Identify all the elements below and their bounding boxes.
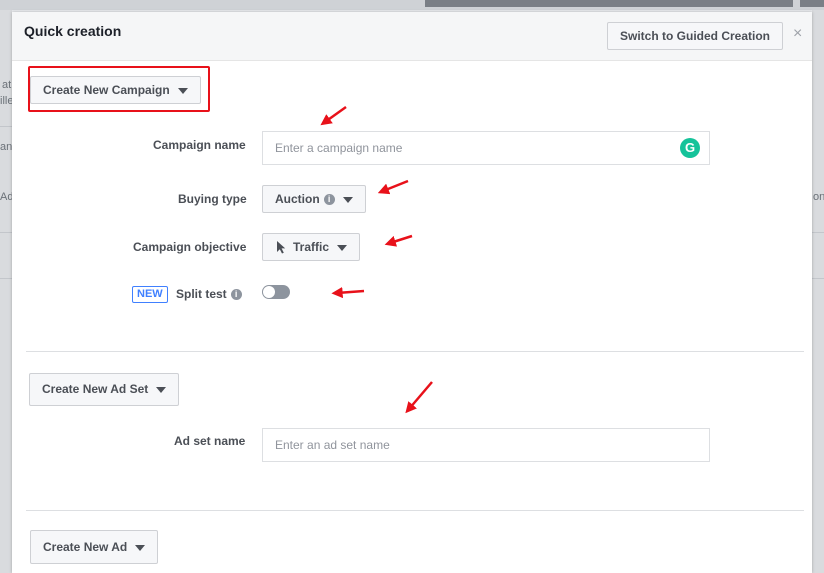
chevron-down-icon <box>337 244 348 251</box>
ad-set-name-label: Ad set name <box>174 434 246 448</box>
background-text-fragment: at <box>2 79 12 91</box>
arrow-icon <box>377 179 409 195</box>
section-divider <box>26 510 804 511</box>
buying-type-dropdown[interactable]: Auction i <box>262 185 366 213</box>
quick-creation-modal: Quick creation Switch to Guided Creation… <box>12 12 812 573</box>
create-new-ad-set-label: Create New Ad Set <box>42 382 149 396</box>
campaign-name-input[interactable]: Enter a campaign name G <box>262 131 710 165</box>
background-text-fragment: ille <box>0 95 12 107</box>
background-text-fragment: on <box>813 191 824 203</box>
create-new-ad-set-dropdown[interactable]: Create New Ad Set <box>29 373 180 406</box>
section-divider <box>26 351 804 352</box>
ad-set-name-input[interactable]: Enter an ad set name <box>262 428 710 462</box>
arrow-icon <box>331 286 365 299</box>
campaign-objective-dropdown[interactable]: Traffic <box>262 233 361 261</box>
background-text-fragment: an <box>0 141 12 153</box>
campaign-objective-value: Traffic <box>293 240 330 254</box>
split-test-toggle[interactable] <box>262 285 290 299</box>
background-text-fragment: Ad <box>0 191 12 203</box>
campaign-name-placeholder: Enter a campaign name <box>275 141 403 155</box>
new-badge: NEW <box>132 286 168 303</box>
ad-set-name-placeholder: Enter an ad set name <box>275 438 390 452</box>
arrow-icon <box>384 234 413 247</box>
create-new-ad-label: Create New Ad <box>43 540 128 554</box>
chevron-down-icon <box>342 196 353 203</box>
background-search-bar <box>425 0 793 7</box>
background-divider <box>812 278 824 279</box>
modal-header: Quick creation Switch to Guided Creation… <box>12 12 812 61</box>
switch-to-guided-creation-button[interactable]: Switch to Guided Creation <box>607 22 784 50</box>
background-divider <box>0 126 12 127</box>
campaign-objective-label: Campaign objective <box>133 240 247 254</box>
background-divider <box>0 278 12 279</box>
highlight-box <box>28 66 210 112</box>
split-test-label-text: Split test <box>176 287 227 301</box>
toggle-knob <box>263 286 275 298</box>
background-toolbar-block <box>800 0 824 7</box>
info-icon: i <box>323 194 335 206</box>
close-icon[interactable]: × <box>793 26 802 42</box>
buying-type-label: Buying type <box>178 192 247 206</box>
cursor-pointer-icon <box>277 241 286 254</box>
create-new-ad-dropdown[interactable]: Create New Ad <box>30 530 159 564</box>
background-top-bar <box>0 0 824 10</box>
arrow-icon <box>320 105 347 126</box>
buying-type-value: Auction <box>275 192 320 206</box>
chevron-down-icon <box>156 386 167 393</box>
info-icon: i <box>230 289 242 301</box>
modal-title: Quick creation <box>24 23 122 39</box>
campaign-name-label: Campaign name <box>153 138 246 152</box>
grammarly-icon[interactable]: G <box>680 138 700 158</box>
split-test-label: Split test i <box>176 287 242 301</box>
background-divider <box>0 232 12 233</box>
chevron-down-icon <box>135 544 146 551</box>
background-right-panel <box>812 10 824 573</box>
arrow-icon <box>405 381 433 414</box>
background-divider <box>812 232 824 233</box>
